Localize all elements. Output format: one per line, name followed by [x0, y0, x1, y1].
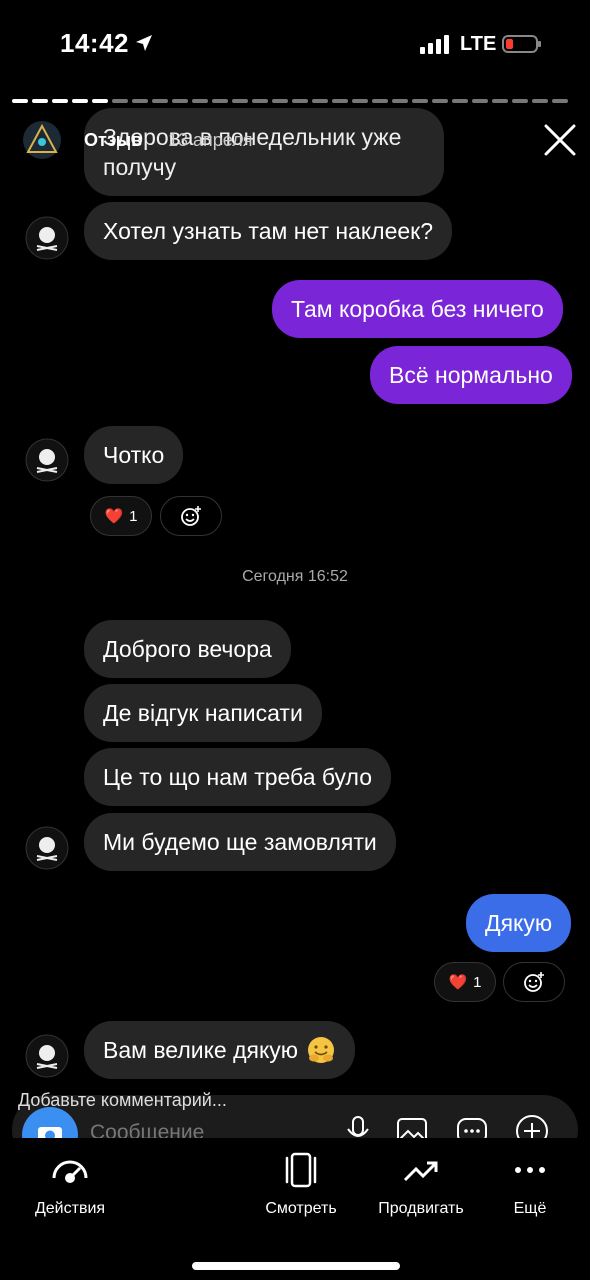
status-bar: 14:42 LTE: [0, 0, 590, 90]
more-icon: [515, 1167, 545, 1173]
tab-promote[interactable]: Продвигать: [366, 1150, 476, 1218]
message-outgoing: Дякую: [466, 894, 572, 952]
battery-low-icon: [502, 35, 541, 53]
pirate-avatar-icon: [25, 826, 69, 870]
message-incoming: Хотел узнать там нет наклеек?: [84, 202, 453, 260]
add-emoji-icon: [181, 506, 201, 526]
story-progress-bar: [12, 99, 568, 103]
message-text: Вам велике дякую: [103, 1037, 299, 1063]
message-incoming: Ми будемо ще замовляти: [84, 813, 396, 871]
message-text: Здорова в понедельник уже: [103, 124, 402, 150]
heart-reaction-icon: ❤️: [104, 508, 124, 525]
add-reaction-button[interactable]: [160, 496, 222, 536]
hugging-emoji-icon: [308, 1037, 335, 1063]
pirate-avatar-icon: [25, 216, 69, 260]
pirate-avatar-icon: [25, 1034, 69, 1078]
tab-view[interactable]: Смотреть: [256, 1150, 346, 1218]
message-incoming: Чотко: [84, 426, 184, 484]
story-avatar-icon[interactable]: [22, 120, 62, 160]
message-outgoing: Всё нормально: [370, 346, 572, 404]
close-icon[interactable]: [540, 120, 580, 160]
tab-label: Смотреть: [265, 1200, 337, 1217]
tab-more[interactable]: Ещё: [500, 1150, 560, 1218]
trend-icon: [403, 1161, 438, 1182]
message-incoming: Це то що нам треба було: [84, 748, 392, 806]
reaction-count: 1: [129, 507, 138, 525]
add-comment-prompt[interactable]: Добавьте комментарий...: [18, 1090, 227, 1111]
tab-activity[interactable]: Действия: [28, 1150, 112, 1218]
heart-reaction-icon: ❤️: [448, 974, 468, 991]
message-incoming-partial: Здорова в понедельник уже получу: [84, 108, 444, 196]
date-separator: Сегодня 16:52: [242, 568, 348, 585]
message-incoming: Доброго вечора: [84, 620, 291, 678]
activity-icon: [52, 1160, 88, 1183]
message-outgoing: Там коробка без ничего: [272, 280, 563, 338]
add-reaction-button[interactable]: [503, 962, 565, 1002]
message-text: получу: [103, 154, 177, 180]
add-emoji-icon: [524, 972, 544, 992]
bottom-toolbar: Действия Смотреть Продвигать Ещё: [0, 1138, 590, 1280]
message-incoming: Де відгук написати: [84, 684, 322, 742]
message-incoming: Вам велике дякую: [84, 1021, 356, 1079]
home-indicator: [192, 1262, 400, 1270]
reaction-count: 1: [473, 973, 482, 991]
tab-label: Ещё: [513, 1200, 547, 1217]
story-author-name[interactable]: Отзыв: [84, 130, 142, 151]
tab-label: Продвигать: [378, 1200, 464, 1217]
signal-bars-icon: [420, 35, 449, 54]
reel-view-icon: [285, 1152, 317, 1188]
story-date: 13 апреля: [168, 130, 253, 150]
reaction-badge[interactable]: ❤️ 1: [90, 496, 152, 536]
location-arrow-icon: [136, 35, 152, 51]
status-time: 14:42: [60, 28, 129, 58]
network-type: LTE: [460, 33, 497, 55]
reaction-badge[interactable]: ❤️ 1: [434, 962, 496, 1002]
tab-label: Действия: [34, 1200, 106, 1217]
pirate-avatar-icon: [25, 438, 69, 482]
